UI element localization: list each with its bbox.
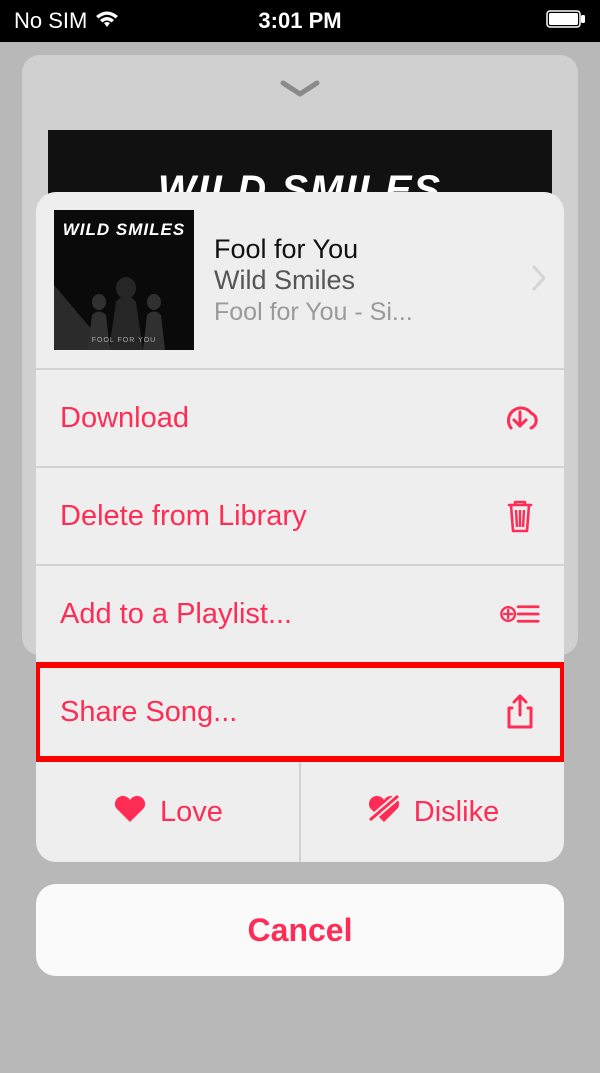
song-title: Fool for You: [214, 234, 512, 265]
heart-icon: [112, 792, 148, 832]
action-sheet: WILD SMILES FOOL FOR YOU Fool for You Wi…: [36, 192, 564, 976]
share-song-label: Share Song...: [60, 696, 237, 729]
wifi-icon: [95, 8, 119, 34]
carrier-label: No SIM: [14, 8, 87, 34]
add-to-playlist-icon: [500, 599, 540, 629]
add-to-playlist-button[interactable]: Add to a Playlist...: [36, 566, 564, 662]
download-button[interactable]: Download: [36, 370, 564, 466]
dislike-button[interactable]: Dislike: [301, 762, 564, 862]
cancel-label: Cancel: [248, 912, 353, 949]
trash-icon: [500, 498, 540, 534]
add-to-playlist-label: Add to a Playlist...: [60, 598, 292, 631]
share-icon: [500, 693, 540, 731]
delete-label: Delete from Library: [60, 500, 307, 533]
download-icon: [500, 401, 540, 435]
battery-icon: [546, 8, 586, 34]
download-label: Download: [60, 402, 189, 435]
love-label: Love: [160, 796, 223, 829]
status-bar: No SIM 3:01 PM: [0, 0, 600, 42]
thumbnail-album-text: FOOL FOR YOU: [54, 337, 194, 344]
heart-slash-icon: [366, 792, 402, 832]
thumbnail-artist-text: WILD SMILES: [54, 220, 194, 240]
share-song-button[interactable]: Share Song...: [36, 664, 564, 760]
song-header[interactable]: WILD SMILES FOOL FOR YOU Fool for You Wi…: [36, 192, 564, 368]
clock: 3:01 PM: [258, 8, 341, 34]
song-album: Fool for You - Si...: [214, 298, 512, 327]
dislike-label: Dislike: [414, 796, 499, 829]
love-button[interactable]: Love: [36, 762, 299, 862]
album-thumbnail: WILD SMILES FOOL FOR YOU: [54, 210, 194, 350]
chevron-down-icon: [22, 79, 578, 104]
chevron-right-icon: [532, 265, 546, 296]
cancel-button[interactable]: Cancel: [36, 884, 564, 976]
song-artist: Wild Smiles: [214, 265, 512, 296]
delete-from-library-button[interactable]: Delete from Library: [36, 468, 564, 564]
